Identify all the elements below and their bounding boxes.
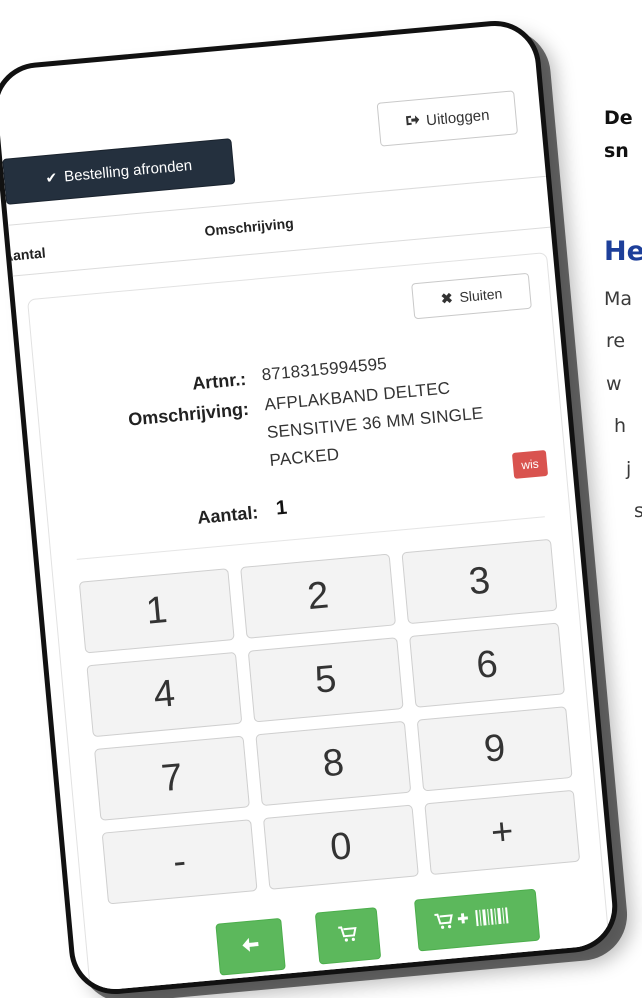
key-9[interactable]: 9 [416, 706, 573, 792]
finish-order-button[interactable]: ✔ Bestelling afronden [2, 138, 236, 205]
paragraph-line: h [614, 415, 627, 437]
artnr-label: Artnr.: [191, 368, 248, 394]
arrow-left-icon [241, 935, 261, 958]
sign-out-icon [405, 113, 420, 130]
key-4[interactable]: 4 [86, 651, 243, 738]
description-line: PACKED [268, 444, 341, 470]
check-icon: ✔ [44, 168, 58, 186]
action-buttons [215, 887, 559, 978]
key-0[interactable]: 0 [262, 804, 419, 890]
key-6[interactable]: 6 [409, 622, 565, 708]
wis-button[interactable]: wis [511, 449, 549, 479]
product-entry-panel: ✖ Sluiten Artnr.: 8718315994595 Omschrij… [26, 252, 615, 998]
logout-label: Uitloggen [425, 106, 491, 129]
key-5[interactable]: 5 [247, 637, 404, 723]
quantity-value: 1 [274, 496, 289, 520]
key-3[interactable]: 3 [401, 538, 558, 625]
artnr-value: 8718315994595 [260, 354, 388, 385]
paragraph-line: Ma [604, 288, 633, 310]
paragraph-line: re [606, 330, 626, 352]
column-header-quantity: Aantal [2, 244, 47, 265]
key-8[interactable]: 8 [255, 720, 412, 807]
finish-order-label: Bestelling afronden [63, 156, 193, 185]
numeric-keypad: 1 2 3 4 5 6 7 8 9 - 0 + [78, 538, 581, 905]
key-1[interactable]: 1 [78, 568, 235, 654]
close-icon: ✖ [440, 289, 454, 307]
lead-line: De [604, 107, 633, 129]
paragraph-line: j [626, 458, 632, 480]
paragraph-line: w [606, 373, 622, 395]
logout-button[interactable]: Uitloggen [376, 90, 519, 147]
cart-plus-barcode-icon [433, 903, 521, 938]
tablet-frame: ✔ Bestelling afronden Uitloggen Aantal O… [0, 17, 622, 998]
key-plus[interactable]: + [424, 789, 581, 876]
quantity-label: Aantal: [196, 502, 260, 528]
column-header-description: Omschrijving [203, 214, 295, 239]
description-label: Omschrijving: [127, 398, 250, 430]
close-button[interactable]: ✖ Sluiten [411, 272, 532, 320]
key-7[interactable]: 7 [94, 735, 250, 821]
section-heading: He [604, 236, 642, 267]
key-minus[interactable]: - [101, 819, 258, 905]
key-2[interactable]: 2 [240, 553, 397, 639]
back-button[interactable] [215, 917, 286, 976]
paragraph-line: s [634, 500, 642, 522]
close-label: Sluiten [458, 285, 503, 306]
app-screen: ✔ Bestelling afronden Uitloggen Aantal O… [0, 75, 615, 998]
cart-icon [337, 924, 359, 949]
add-to-cart-and-scan-button[interactable] [413, 888, 541, 952]
add-to-cart-button[interactable] [314, 907, 382, 965]
lead-line: sn [604, 140, 629, 162]
